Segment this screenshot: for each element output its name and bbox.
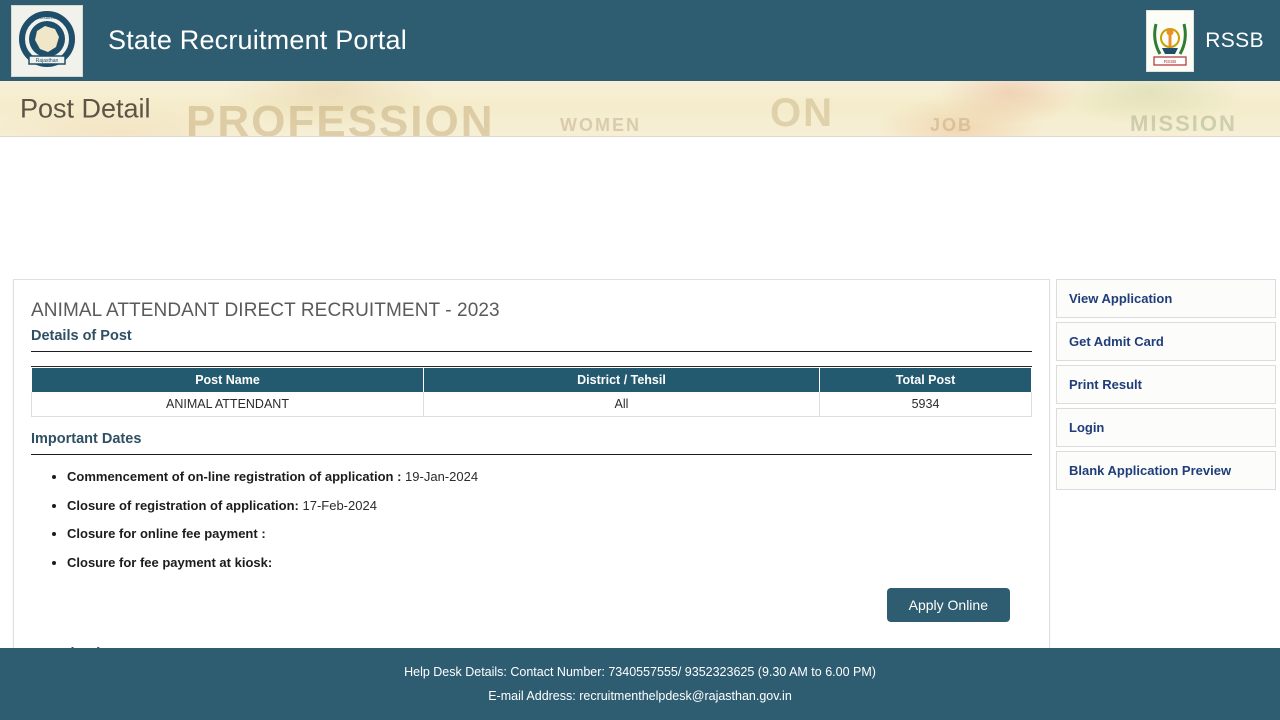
sidebar-menu: View Application Get Admit Card Print Re…	[1056, 279, 1276, 494]
important-dates-list: Commencement of on-line registration of …	[67, 469, 1032, 570]
date-label: Closure of registration of application:	[67, 497, 299, 513]
date-value: 17-Feb-2024	[302, 497, 377, 513]
footer-email-line: E-mail Address: recruitmenthelpdesk@raja…	[488, 689, 792, 703]
table-row: ANIMAL ATTENDANT All 5934	[31, 392, 1032, 417]
dates-section-title: Important Dates	[31, 431, 142, 447]
banner-watermark-word: MISSION	[1130, 111, 1237, 136]
portal-logo-icon: Recruitment Rajasthan	[11, 4, 83, 77]
sidebar-item-get-admit-card[interactable]: Get Admit Card	[1056, 322, 1276, 361]
site-header: Recruitment Rajasthan State Recruitment …	[0, 0, 1280, 81]
banner-watermark-word: WOMEN	[560, 115, 641, 135]
svg-text:RSSB: RSSB	[1164, 59, 1176, 64]
list-item: Closure for online fee payment :	[67, 526, 1032, 542]
date-label: Closure for fee payment at kiosk:	[67, 554, 273, 570]
rssb-label: RSSB	[1205, 28, 1264, 52]
column-header-total-post: Total Post	[819, 367, 1032, 392]
svg-text:Recruitment: Recruitment	[34, 15, 62, 21]
site-footer: Help Desk Details: Contact Number: 73405…	[0, 648, 1280, 720]
cell-district-tehsil: All	[423, 392, 820, 417]
details-section-title: Details of Post	[31, 328, 132, 344]
post-heading: ANIMAL ATTENDANT DIRECT RECRUITMENT - 20…	[31, 300, 500, 321]
sidebar-item-view-application[interactable]: View Application	[1056, 279, 1276, 318]
date-value: 19-Jan-2024	[405, 469, 479, 484]
date-label: Closure for online fee payment :	[67, 526, 266, 542]
sidebar-item-login[interactable]: Login	[1056, 408, 1276, 447]
apply-online-button[interactable]: Apply Online	[886, 588, 1010, 623]
post-details-table: Post Name District / Tehsil Total Post A…	[31, 367, 1032, 417]
footer-helpdesk-line: Help Desk Details: Contact Number: 73405…	[404, 665, 876, 679]
cell-total-post: 5934	[819, 392, 1032, 417]
banner-watermark-word: ON	[770, 91, 834, 135]
page-banner: PROFESSION ON MISSION WOMEN JOB Post Det…	[0, 81, 1280, 137]
page-title: Post Detail	[20, 93, 151, 123]
table-header-row: Post Name District / Tehsil Total Post	[31, 367, 1032, 392]
section-divider	[31, 351, 1032, 352]
list-item: Closure of registration of application: …	[67, 498, 1032, 514]
date-label: Commencement of on-line registration of …	[67, 469, 402, 484]
apply-button-row: Apply Online	[31, 588, 1010, 623]
section-divider	[31, 454, 1032, 455]
column-header-post-name: Post Name	[31, 367, 424, 392]
page-body: ANIMAL ATTENDANT DIRECT RECRUITMENT - 20…	[0, 137, 1280, 720]
site-title: State Recruitment Portal	[108, 25, 407, 55]
banner-watermark-word: PROFESSION	[186, 97, 495, 137]
list-item: Closure for fee payment at kiosk:	[67, 555, 1032, 571]
header-right-group: RSSB RSSB	[1146, 0, 1264, 81]
column-header-district-tehsil: District / Tehsil	[423, 367, 820, 392]
list-item: Commencement of on-line registration of …	[67, 469, 1032, 485]
svg-text:Rajasthan: Rajasthan	[36, 58, 59, 64]
rssb-emblem-icon: RSSB	[1146, 9, 1195, 72]
sidebar-item-print-result[interactable]: Print Result	[1056, 365, 1276, 404]
banner-watermark-word: JOB	[930, 115, 974, 135]
cell-post-name: ANIMAL ATTENDANT	[31, 392, 424, 417]
sidebar-item-blank-application-preview[interactable]: Blank Application Preview	[1056, 451, 1276, 490]
